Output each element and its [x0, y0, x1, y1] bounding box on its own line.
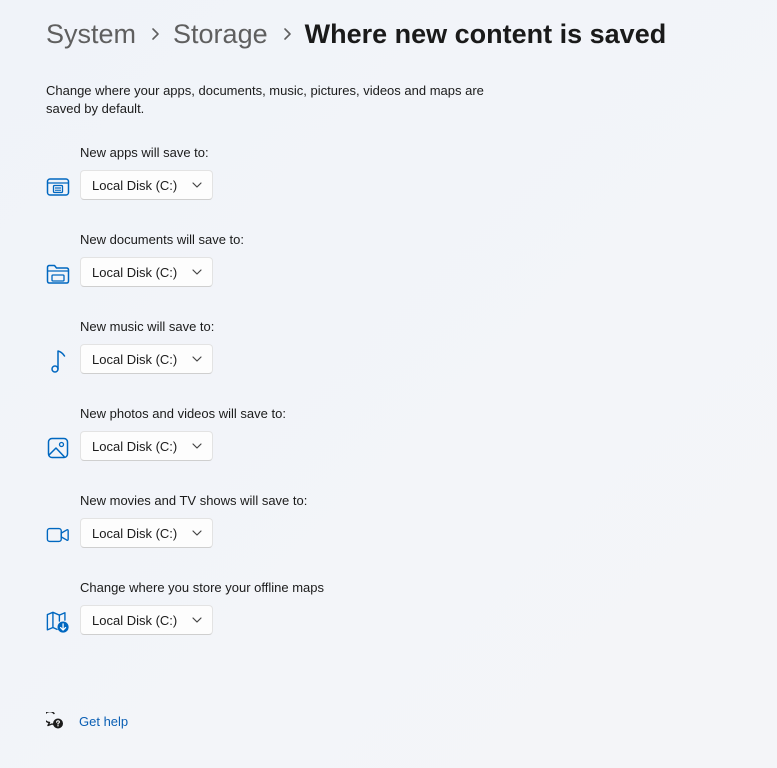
dropdown-value: Local Disk (C:) — [92, 177, 178, 193]
setting-label: New movies and TV shows will save to: — [80, 493, 308, 508]
setting-photos: New photos and videos will save to: Loca… — [46, 406, 546, 476]
map-download-icon — [46, 610, 70, 634]
get-help-row: Get help — [46, 711, 128, 731]
dropdown-value: Local Disk (C:) — [92, 351, 178, 367]
setting-label: New apps will save to: — [80, 145, 209, 160]
page-title: Where new content is saved — [304, 18, 667, 49]
dropdown-value: Local Disk (C:) — [92, 438, 178, 454]
chevron-down-icon — [192, 356, 202, 362]
dropdown-value: Local Disk (C:) — [92, 525, 178, 541]
setting-movies: New movies and TV shows will save to: Lo… — [46, 493, 546, 563]
dropdown-value: Local Disk (C:) — [92, 612, 178, 628]
photo-icon — [46, 436, 70, 460]
save-location-dropdown-apps[interactable]: Local Disk (C:) — [80, 170, 213, 200]
save-location-dropdown-photos[interactable]: Local Disk (C:) — [80, 431, 213, 461]
documents-folder-icon — [46, 262, 70, 286]
page-description: Change where your apps, documents, music… — [46, 83, 484, 116]
save-location-dropdown-documents[interactable]: Local Disk (C:) — [80, 257, 213, 287]
chevron-down-icon — [192, 530, 202, 536]
chevron-right-icon — [150, 27, 160, 41]
apps-icon — [46, 175, 70, 199]
save-location-dropdown-music[interactable]: Local Disk (C:) — [80, 344, 213, 374]
chevron-right-icon — [282, 27, 292, 41]
setting-label: Change where you store your offline maps — [80, 580, 325, 595]
breadcrumb-system[interactable]: System — [46, 19, 136, 50]
setting-documents: New documents will save to: Local Disk (… — [46, 232, 546, 302]
setting-maps: Change where you store your offline maps… — [46, 580, 546, 650]
music-note-icon — [46, 349, 70, 373]
breadcrumb: System Storage Where new content is save… — [46, 14, 666, 54]
help-chat-icon — [46, 712, 64, 730]
setting-music: New music will save to: Local Disk (C:) — [46, 319, 546, 389]
setting-apps: New apps will save to: Local Disk (C:) — [46, 145, 546, 215]
get-help-link[interactable]: Get help — [79, 714, 128, 729]
chevron-down-icon — [192, 269, 202, 275]
save-location-dropdown-movies[interactable]: Local Disk (C:) — [80, 518, 213, 548]
dropdown-value: Local Disk (C:) — [92, 264, 178, 280]
setting-label: New music will save to: — [80, 319, 215, 334]
chevron-down-icon — [192, 182, 202, 188]
breadcrumb-storage[interactable]: Storage — [173, 19, 268, 50]
chevron-down-icon — [192, 443, 202, 449]
chevron-down-icon — [192, 617, 202, 623]
video-camera-icon — [46, 523, 70, 547]
setting-label: New documents will save to: — [80, 232, 245, 247]
setting-label: New photos and videos will save to: — [80, 406, 286, 421]
save-location-dropdown-maps[interactable]: Local Disk (C:) — [80, 605, 213, 635]
